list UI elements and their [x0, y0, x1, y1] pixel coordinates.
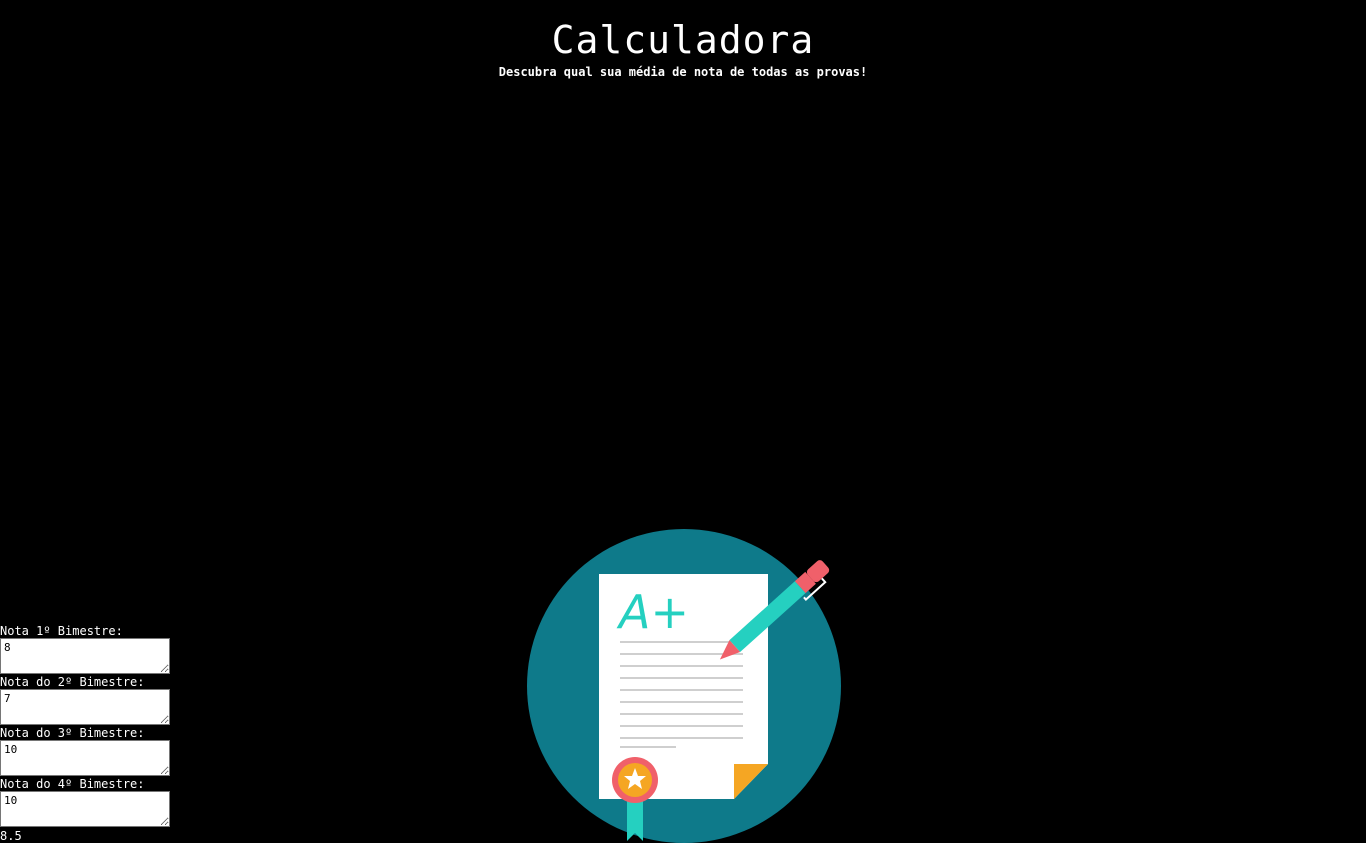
- average-result: 8.5: [0, 829, 22, 843]
- grade-1-label: Nota 1º Bimestre:: [0, 624, 123, 638]
- page-subtitle: Descubra qual sua média de nota de todas…: [498, 65, 868, 79]
- grade-4-label: Nota do 4º Bimestre:: [0, 777, 145, 791]
- grade-4-input[interactable]: 10: [0, 791, 170, 827]
- grades-form: Nota 1º Bimestre: 8 Nota do 2º Bimestre:…: [0, 625, 200, 843]
- grade-text: A+: [616, 585, 689, 639]
- grade-3-input[interactable]: 10: [0, 740, 170, 776]
- grade-3-label: Nota do 3º Bimestre:: [0, 726, 145, 740]
- grade-2-input[interactable]: 7: [0, 689, 170, 725]
- page-title: Calculadora: [551, 18, 815, 62]
- grade-2-label: Nota do 2º Bimestre:: [0, 675, 145, 689]
- page-header: Calculadora Descubra qual sua média de n…: [0, 18, 1366, 80]
- grade-illustration: A+: [526, 528, 842, 843]
- grade-1-input[interactable]: 8: [0, 638, 170, 674]
- exam-grade-image: A+: [527, 529, 841, 843]
